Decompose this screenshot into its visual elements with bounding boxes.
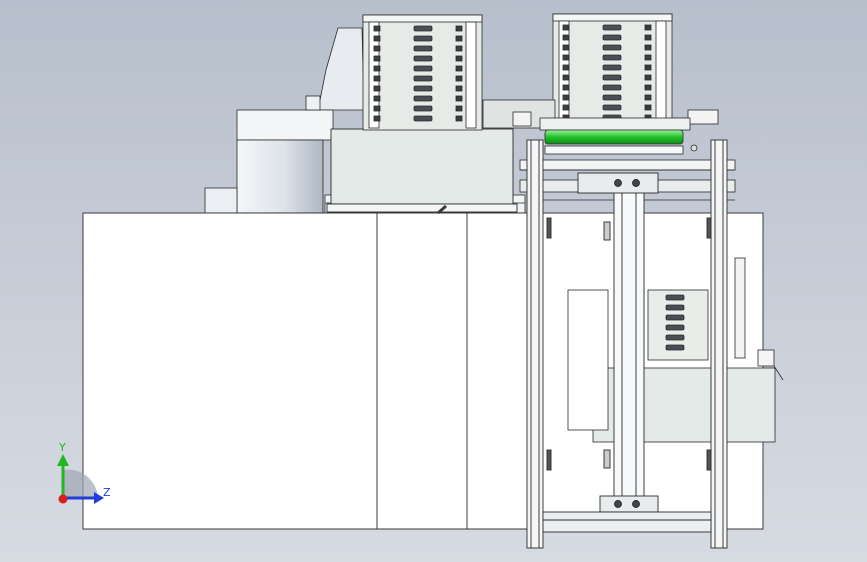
magazine-clip bbox=[644, 44, 652, 51]
magazine-slot bbox=[413, 35, 433, 42]
magazine-clip bbox=[373, 105, 381, 112]
magazine-right bbox=[552, 13, 673, 131]
magazine-slot bbox=[602, 64, 622, 71]
hopper-cover bbox=[317, 27, 365, 111]
magazine-slot bbox=[413, 115, 433, 122]
magazine-slot bbox=[602, 94, 622, 101]
magazine-clip bbox=[455, 55, 463, 62]
frame-crossbar bbox=[542, 511, 712, 533]
lower-carriage bbox=[599, 495, 659, 513]
motor-cylinder bbox=[236, 139, 324, 214]
x-axis-dot bbox=[58, 494, 68, 504]
slide-housing bbox=[326, 128, 518, 215]
green-roller bbox=[544, 129, 684, 145]
magazine-clip bbox=[562, 34, 570, 41]
magazine-slot bbox=[602, 34, 622, 41]
magazine-clip bbox=[455, 115, 463, 122]
magazine-clip bbox=[562, 74, 570, 81]
magazine-clip bbox=[455, 85, 463, 92]
motor-base bbox=[204, 187, 238, 214]
magazine-clip bbox=[644, 64, 652, 71]
lower-magazine-slot bbox=[665, 324, 685, 331]
magazine-slot bbox=[413, 65, 433, 72]
magazine-slot bbox=[602, 54, 622, 61]
magazine-clip bbox=[373, 115, 381, 122]
magazine-clip bbox=[373, 65, 381, 72]
magazine-slot bbox=[413, 75, 433, 82]
magazine-slot bbox=[413, 45, 433, 52]
y-axis-label: Y bbox=[59, 441, 66, 454]
z-axis-label: Z bbox=[103, 486, 111, 499]
magazine-clip bbox=[455, 105, 463, 112]
y-axis-arrowhead bbox=[57, 454, 69, 466]
magazine-clip bbox=[562, 84, 570, 91]
magazine-clip bbox=[373, 35, 381, 42]
magazine-clip bbox=[455, 25, 463, 32]
magazine-slot bbox=[602, 74, 622, 81]
lower-magazine-slot bbox=[665, 334, 685, 341]
motor-cap bbox=[236, 109, 334, 141]
center-column bbox=[613, 189, 645, 511]
magazine-clip bbox=[373, 95, 381, 102]
lower-magazine-slot bbox=[665, 294, 685, 301]
magazine-clip bbox=[644, 24, 652, 31]
magazine-clip bbox=[373, 55, 381, 62]
magazine-clip bbox=[373, 45, 381, 52]
magazine-slot bbox=[602, 24, 622, 31]
magazine-clip bbox=[562, 44, 570, 51]
magazine-clip bbox=[455, 75, 463, 82]
magazine-clip bbox=[644, 94, 652, 101]
magazine-slot bbox=[413, 95, 433, 102]
magazine-clip bbox=[562, 54, 570, 61]
magazine-slot bbox=[413, 105, 433, 112]
magazine-clip bbox=[373, 25, 381, 32]
magazine-clip bbox=[644, 104, 652, 111]
magazine-clip bbox=[644, 34, 652, 41]
magazine-clip bbox=[455, 45, 463, 52]
magazine-clip bbox=[455, 65, 463, 72]
magazine-clip bbox=[455, 35, 463, 42]
magazine-clip bbox=[562, 64, 570, 71]
magazine-clip bbox=[644, 54, 652, 61]
magazine-slot bbox=[413, 55, 433, 62]
magazine-clip bbox=[373, 75, 381, 82]
magazine-left bbox=[362, 14, 483, 131]
lower-magazine-slot bbox=[665, 314, 685, 321]
lower-magazine-slot bbox=[665, 344, 685, 351]
magazine-clip bbox=[455, 95, 463, 102]
magazine-slot bbox=[602, 104, 622, 111]
magazine-clip bbox=[373, 85, 381, 92]
magazine-slot bbox=[413, 85, 433, 92]
magazine-clip bbox=[562, 94, 570, 101]
magazine-slot bbox=[413, 25, 433, 32]
machine-assembly-model[interactable] bbox=[0, 0, 867, 562]
magazine-slot bbox=[602, 84, 622, 91]
lower-magazine-slot bbox=[665, 304, 685, 311]
magazine-clip bbox=[562, 104, 570, 111]
cad-viewport[interactable]: Y Z bbox=[0, 0, 867, 562]
magazine-clip bbox=[644, 74, 652, 81]
magazine-clip bbox=[562, 24, 570, 31]
magazine-slot bbox=[602, 44, 622, 51]
magazine-clip bbox=[644, 84, 652, 91]
